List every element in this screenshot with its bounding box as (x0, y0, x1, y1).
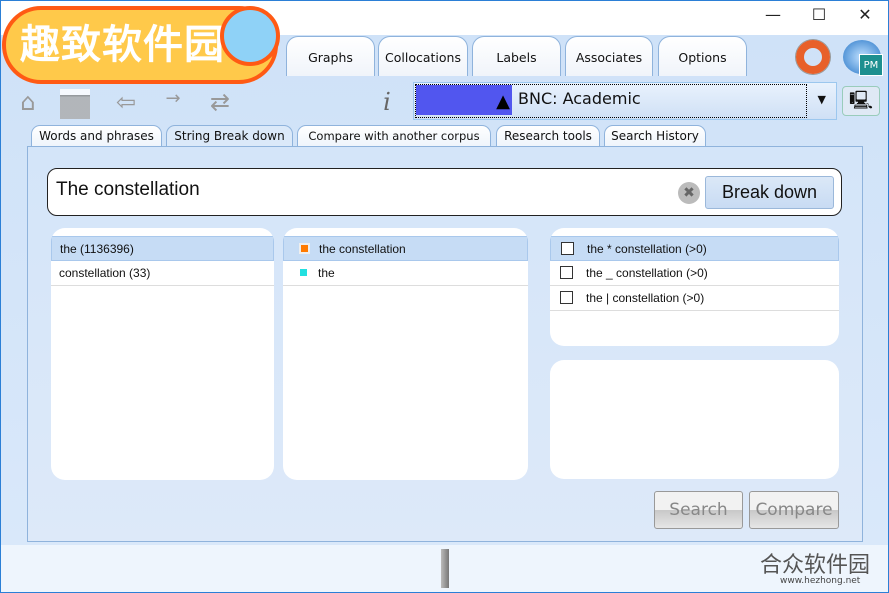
list-item[interactable]: the * constellation (>0) (550, 236, 839, 261)
color-swatch (299, 243, 310, 254)
subtab-search-history[interactable]: Search History (604, 125, 706, 147)
list-item[interactable]: the _ constellation (>0) (550, 261, 839, 286)
search-button[interactable]: Search (654, 491, 743, 529)
watermark-text: 合众软件园 (760, 553, 871, 578)
clear-icon[interactable]: ✖ (678, 182, 700, 204)
tab-graphs[interactable]: Graphs (286, 36, 375, 76)
list-item-label: the constellation (319, 242, 406, 256)
close-button[interactable]: ✕ (842, 4, 888, 28)
list-item-label: the (318, 266, 335, 280)
patterns-list: the * constellation (>0) the _ constella… (550, 228, 839, 346)
pm-badge: PM (859, 54, 883, 76)
chevron-down-icon[interactable]: ▼ (818, 93, 826, 106)
maximize-button[interactable]: ☐ (796, 4, 842, 28)
info-icon[interactable]: i (374, 88, 400, 118)
list-item-label: the * constellation (>0) (587, 242, 707, 256)
checkbox[interactable] (560, 291, 573, 304)
search-input[interactable]: The constellation ✖ Break down (47, 168, 842, 216)
checkbox[interactable] (560, 266, 573, 279)
tab-collocations[interactable]: Collocations (378, 36, 468, 76)
search-value: The constellation (56, 179, 200, 200)
table-add-icon[interactable] (60, 89, 90, 119)
list-item[interactable]: the | constellation (>0) (550, 286, 839, 311)
pm-globe-icon[interactable]: PM (843, 40, 883, 76)
tab-associates[interactable]: Associates (565, 36, 653, 76)
minimize-button[interactable]: — (750, 4, 796, 28)
color-swatch (300, 269, 307, 276)
watermark-url: www.hezhong.net (780, 576, 861, 586)
magnifier-icon (220, 6, 280, 66)
compare-button[interactable]: Compare (749, 491, 839, 529)
corpus-dropdown[interactable]: ▲ BNC: Academic ▼ (413, 82, 837, 120)
list-item[interactable]: constellation (33) (51, 261, 274, 286)
results-box (550, 360, 839, 479)
list-item-label: the _ constellation (>0) (586, 266, 708, 280)
lifebuoy-icon[interactable] (796, 40, 830, 74)
list-item[interactable]: the (1136396) (51, 236, 274, 261)
subtab-words-and-phrases[interactable]: Words and phrases (31, 125, 162, 147)
swap-arrows-icon[interactable]: ⇄ (202, 88, 238, 118)
tab-options[interactable]: Options (658, 36, 747, 76)
graduation-cap-icon: ▲ (416, 85, 512, 115)
words-list: the (1136396) constellation (33) (51, 228, 274, 480)
back-arrow-icon[interactable]: ⇦ (108, 88, 144, 118)
tab-labels[interactable]: Labels (472, 36, 561, 76)
list-item[interactable]: the constellation (283, 236, 528, 261)
corpus-selected: BNC: Academic (518, 89, 641, 108)
phrases-list: the constellation the (283, 228, 528, 480)
network-computer-icon[interactable]: 🖳 (842, 86, 880, 116)
subtab-research-tools[interactable]: Research tools (496, 125, 600, 147)
checkbox[interactable] (561, 242, 574, 255)
home-icon[interactable]: ⌂ (12, 88, 44, 118)
list-item-label: the | constellation (>0) (586, 291, 705, 305)
list-item[interactable]: the (283, 261, 528, 286)
forward-arrow-icon[interactable]: → (160, 88, 186, 118)
splitter-handle[interactable] (441, 549, 449, 588)
subtab-compare-corpus[interactable]: Compare with another corpus (297, 125, 491, 147)
subtab-string-break-down[interactable]: String Break down (166, 125, 293, 147)
break-down-button[interactable]: Break down (705, 176, 834, 209)
